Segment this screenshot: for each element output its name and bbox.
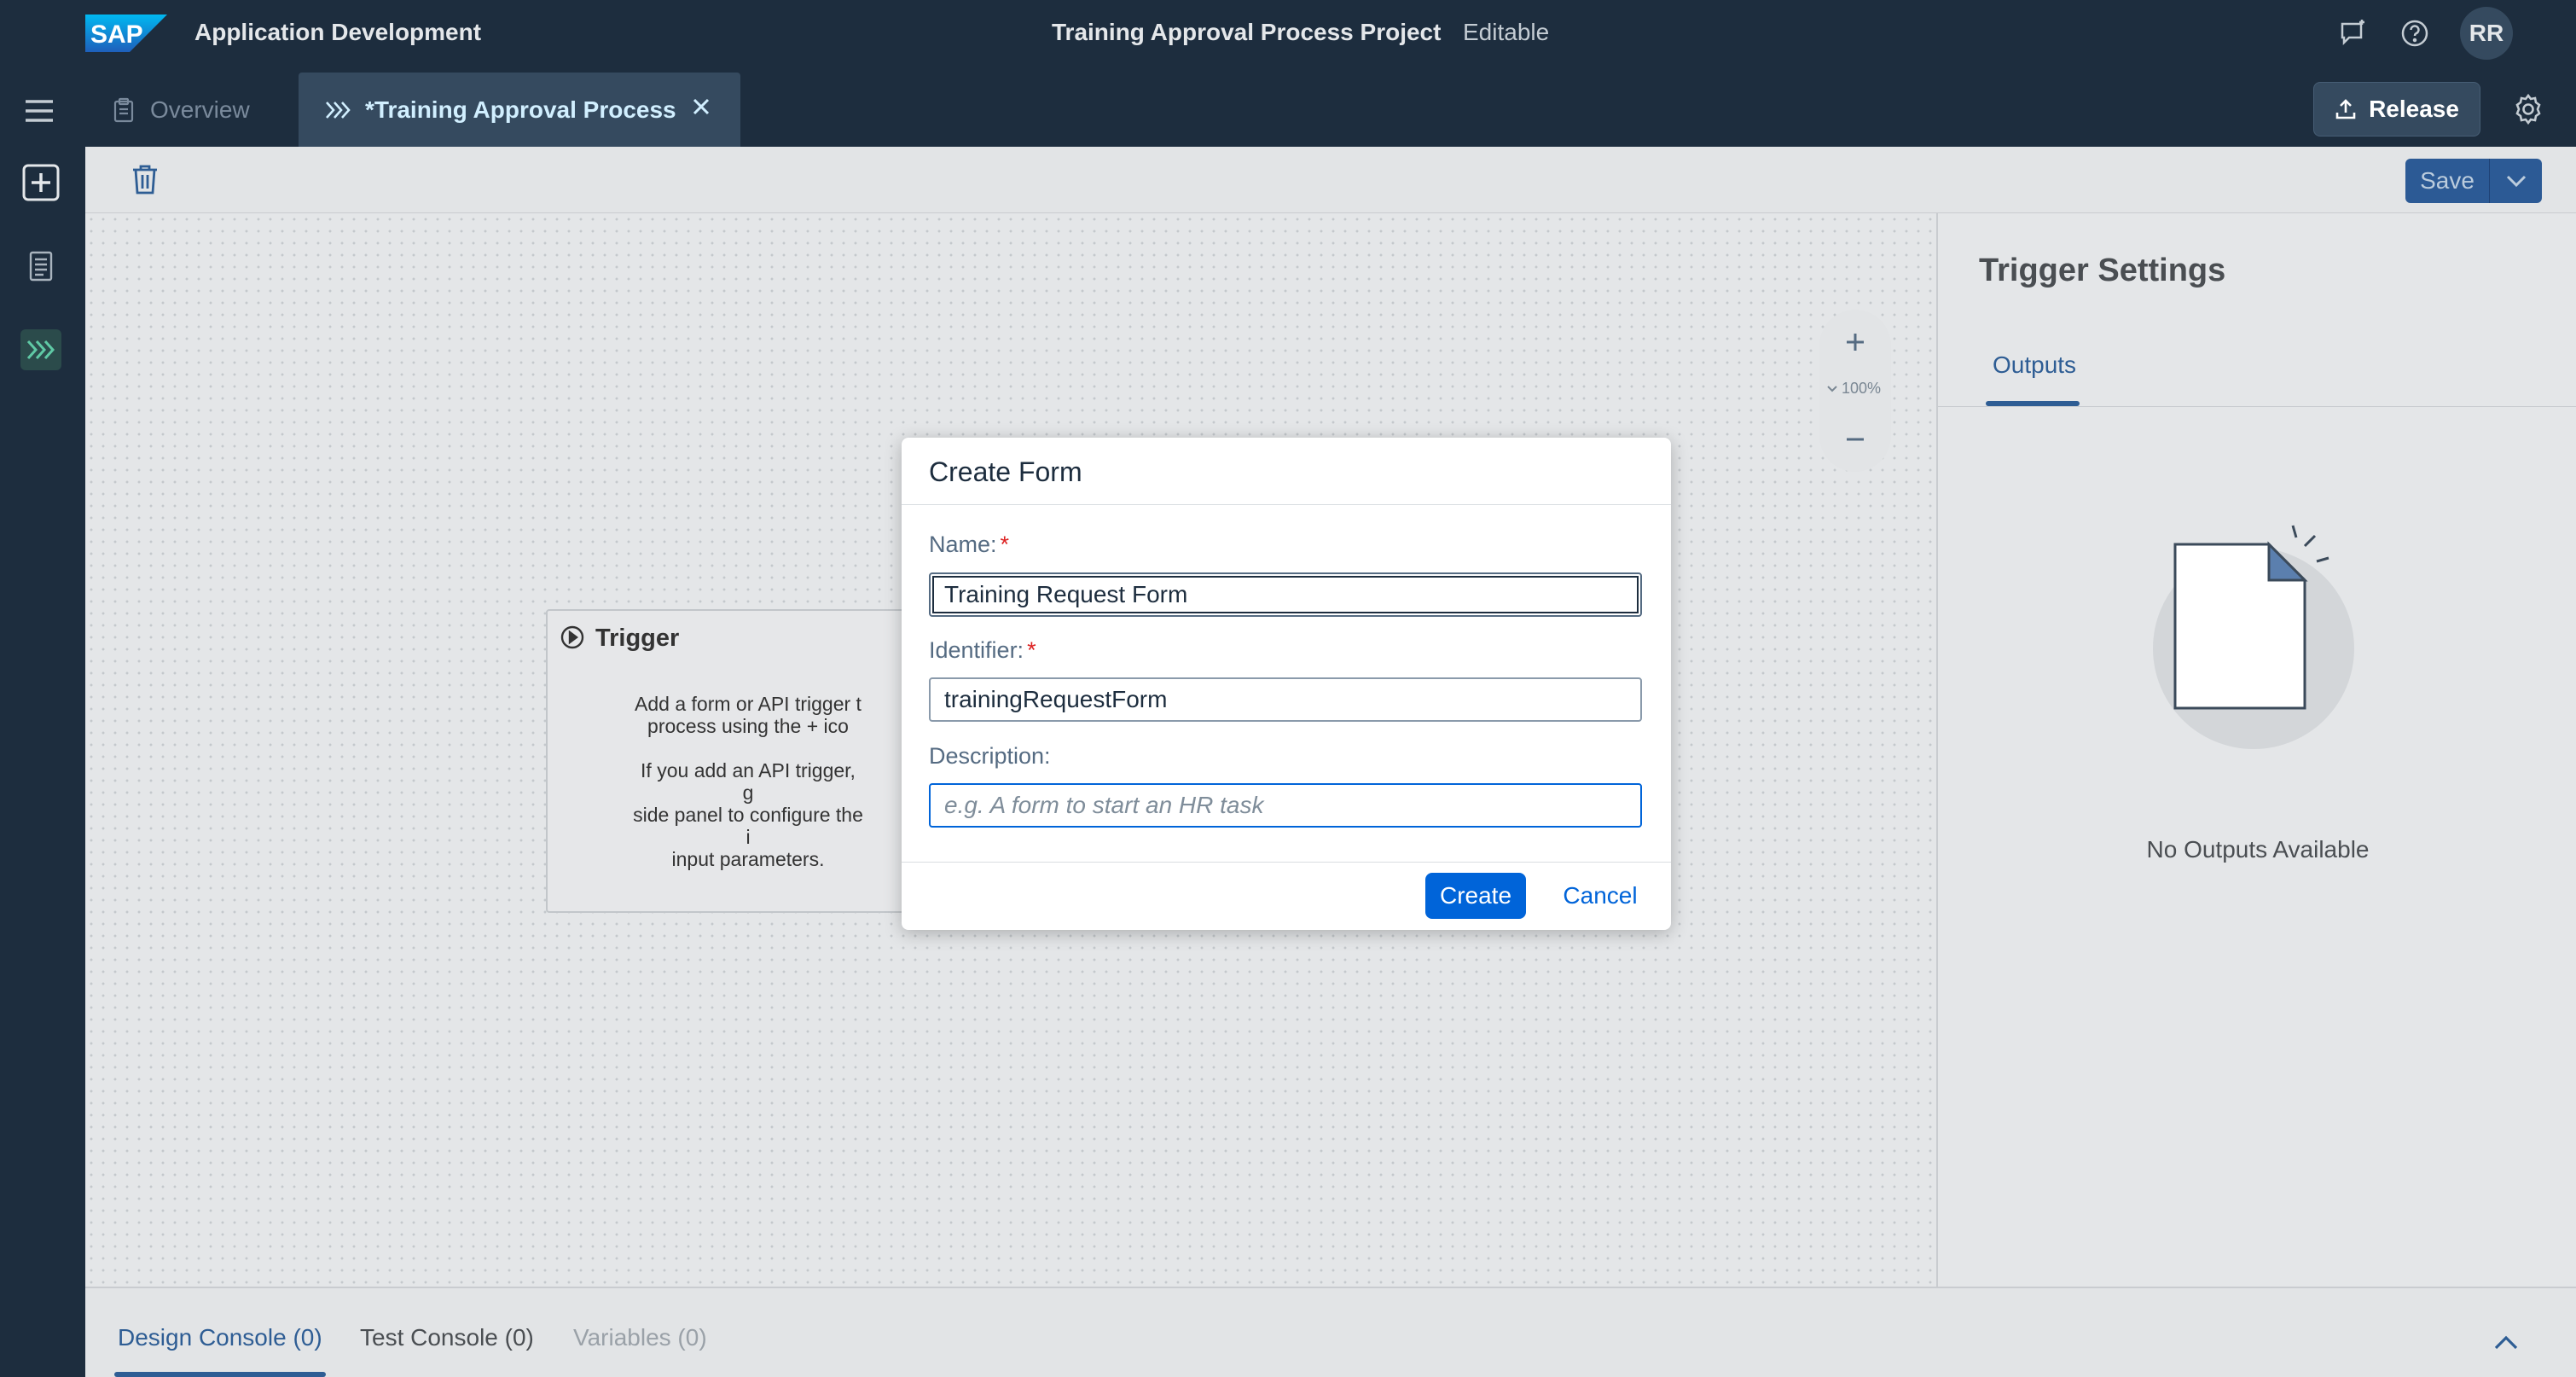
description-input[interactable] xyxy=(929,783,1642,828)
rail-artifacts[interactable] xyxy=(20,246,61,287)
no-outputs-message: No Outputs Available xyxy=(2146,836,2370,863)
left-navigation-rail xyxy=(0,147,85,1377)
close-tab-icon[interactable] xyxy=(691,96,711,117)
user-avatar[interactable]: RR xyxy=(2460,7,2513,60)
zoom-level[interactable]: 100% xyxy=(1826,380,1891,398)
save-options-button[interactable] xyxy=(2489,159,2542,203)
trigger-settings-panel: Trigger Settings Outputs No Outputs Avai… xyxy=(1936,213,2576,1287)
identifier-label-text: Identifier: xyxy=(929,637,1024,663)
tab-overview[interactable]: Overview xyxy=(96,73,300,147)
empty-document-illustration xyxy=(2153,525,2354,749)
release-label: Release xyxy=(2369,96,2459,122)
upload-icon xyxy=(2335,99,2356,119)
create-button[interactable]: Create xyxy=(1425,873,1526,919)
cancel-button[interactable]: Cancel xyxy=(1550,873,1651,919)
shell-bar: SAP Application Development Training App… xyxy=(0,0,2576,67)
dialog-footer-divider xyxy=(902,862,1671,863)
tab-outputs[interactable]: Outputs xyxy=(1993,352,2076,379)
add-icon xyxy=(22,164,60,201)
zoom-in-button[interactable] xyxy=(1838,325,1872,359)
name-label-text: Name: xyxy=(929,532,997,557)
trigger-title: Trigger xyxy=(595,625,680,652)
release-button[interactable]: Release xyxy=(2313,82,2480,137)
tab-design-console[interactable]: Design Console (0) xyxy=(118,1324,322,1351)
chevron-up-icon[interactable] xyxy=(2489,1326,2523,1360)
create-form-dialog: Create Form Name:* Identifier:* Descript… xyxy=(902,438,1671,930)
feedback-icon[interactable] xyxy=(2337,17,2370,49)
trigger-card[interactable]: Trigger Add a form or API trigger t proc… xyxy=(546,609,947,913)
name-input[interactable] xyxy=(929,572,1642,617)
tab-test-console[interactable]: Test Console (0) xyxy=(360,1324,534,1351)
required-mark: * xyxy=(1027,637,1036,663)
rail-add[interactable] xyxy=(20,162,61,203)
minus-icon xyxy=(1847,438,1864,441)
plus-icon xyxy=(1847,334,1864,351)
help-icon[interactable] xyxy=(2399,17,2431,49)
save-button[interactable]: Save xyxy=(2405,159,2489,203)
editor-toolbar: Save xyxy=(85,147,2576,213)
project-title: Training Approval Process Project xyxy=(1052,19,1442,45)
save-button-group: Save xyxy=(2405,159,2542,203)
description-label: Description: xyxy=(929,743,1051,769)
delete-trash-icon[interactable] xyxy=(128,162,162,196)
chevron-down-icon xyxy=(1827,385,1837,392)
sap-logo[interactable]: SAP xyxy=(85,15,167,52)
app-title: Application Development xyxy=(194,19,482,45)
document-list-icon xyxy=(29,251,53,282)
tab-overview-label: Overview xyxy=(150,96,250,123)
process-flow-icon xyxy=(26,340,55,360)
dialog-title: Create Form xyxy=(929,456,1082,487)
clipboard-icon xyxy=(113,97,134,122)
trigger-help-text: Add a form or API trigger t process usin… xyxy=(633,693,863,870)
dialog-header-divider xyxy=(902,504,1671,505)
tab-training-approval-process[interactable]: *Training Approval Process xyxy=(299,73,740,147)
zoom-level-value: 100% xyxy=(1842,380,1882,397)
sap-logo-text: SAP xyxy=(90,20,143,49)
tab-design-console-indicator xyxy=(114,1372,326,1377)
chevron-down-icon xyxy=(2506,175,2526,188)
name-label: Name: * xyxy=(929,532,1009,558)
zoom-out-button[interactable] xyxy=(1838,422,1872,456)
rail-process[interactable] xyxy=(20,329,61,370)
tab-variables[interactable]: Variables (0) xyxy=(573,1324,707,1351)
hamburger-menu-icon[interactable] xyxy=(22,96,56,126)
panel-title: Trigger Settings xyxy=(1979,253,2226,288)
identifier-label: Identifier: * xyxy=(929,637,1036,664)
settings-gear-icon[interactable] xyxy=(2511,92,2545,126)
project-status: Editable xyxy=(1463,19,1550,45)
panel-divider xyxy=(1938,406,2576,407)
play-circle-icon xyxy=(560,625,584,649)
console-bar: Design Console (0) Test Console (0) Vari… xyxy=(85,1287,2576,1377)
required-mark: * xyxy=(1000,532,1010,557)
zoom-control: 100% xyxy=(1819,310,1891,472)
identifier-input[interactable] xyxy=(929,677,1642,722)
tab-active-label: *Training Approval Process xyxy=(365,96,676,123)
process-icon xyxy=(326,101,351,119)
